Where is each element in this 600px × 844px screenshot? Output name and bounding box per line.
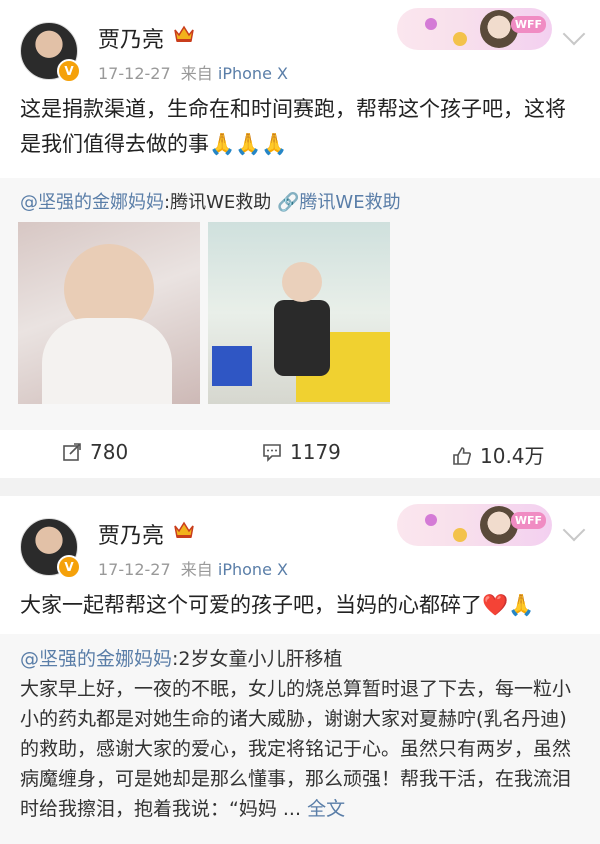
post-header: V 贾乃亮 17-12-27 来自 iPhone X WFF (0, 496, 600, 588)
image-chair (212, 346, 252, 386)
post-via: 来自 (180, 560, 213, 579)
like-button[interactable]: 10.4万 (452, 440, 545, 469)
decor-star-icon (425, 514, 437, 526)
like-count: 10.4万 (480, 444, 545, 468)
comment-count: 1179 (290, 440, 341, 464)
expand-full-text-link[interactable]: 全文 (307, 798, 345, 820)
post-text: 这是捐款渠道，生命在和时间赛跑，帮帮这个孩子吧，这将是我们值得去做的事🙏🙏🙏 (20, 97, 566, 156)
feed-post-1: V 贾乃亮 17-12-27 来自 iPhone X WFF 这是捐款渠道，生命… (0, 0, 600, 478)
decor-chick-icon (453, 528, 467, 542)
post-device[interactable]: iPhone X (218, 64, 288, 83)
thumbs-up-icon (453, 447, 471, 465)
crown-icon (174, 521, 194, 538)
decor-chick-icon (453, 32, 467, 46)
comment-icon (263, 444, 281, 462)
post-meta: 17-12-27 来自 iPhone X (98, 60, 288, 84)
image-subject (282, 262, 322, 302)
post-image-2[interactable] (208, 222, 390, 404)
repost-title: :2岁女童小儿肝移植 (172, 648, 343, 670)
post-time: 17-12-27 (98, 64, 171, 83)
verified-badge-icon: V (57, 555, 81, 579)
repost-user[interactable]: @坚强的金娜妈妈 (20, 648, 172, 670)
repost-link[interactable]: 🔗腾讯WE救助 (277, 192, 401, 213)
repost-line: @坚强的金娜妈妈:腾讯WE救助 🔗腾讯WE救助 (20, 190, 580, 216)
crown-icon (174, 25, 194, 42)
chevron-down-icon[interactable] (562, 518, 586, 542)
card-decoration[interactable]: WFF (397, 8, 552, 50)
author-name[interactable]: 贾乃亮 (98, 22, 164, 54)
image-subject-body (274, 300, 330, 376)
verified-badge-icon: V (57, 59, 81, 83)
post-header: V 贾乃亮 17-12-27 来自 iPhone X WFF (0, 0, 600, 92)
post-image-1[interactable] (18, 222, 200, 404)
comment-button[interactable]: 1179 (262, 440, 341, 464)
decor-badge: WFF (510, 16, 546, 33)
post-via: 来自 (180, 64, 213, 83)
image-subject-body (42, 318, 172, 404)
repost-text: :腾讯WE救助 (164, 192, 272, 213)
feed-divider (0, 478, 600, 496)
repost-icon (63, 443, 81, 461)
author-avatar[interactable]: V (20, 22, 81, 83)
repost-body: @坚强的金娜妈妈:2岁女童小儿肝移植 大家早上好，一夜的不眠，女儿的烧总算暂时退… (0, 634, 600, 834)
card-decoration[interactable]: WFF (397, 504, 552, 546)
author-avatar[interactable]: V (20, 518, 81, 579)
repost-text: 大家早上好，一夜的不眠，女儿的烧总算暂时退了下去，每一粒小小的药丸都是对她生命的… (20, 678, 572, 820)
decor-badge: WFF (510, 512, 546, 529)
post-text: 大家一起帮帮这个可爱的孩子吧，当妈的心都碎了❤️🙏 (20, 593, 535, 617)
repost-count: 780 (90, 440, 129, 464)
chevron-down-icon[interactable] (562, 22, 586, 46)
post-device[interactable]: iPhone X (218, 560, 288, 579)
reposted-content[interactable]: @坚强的金娜妈妈:2岁女童小儿肝移植 大家早上好，一夜的不眠，女儿的烧总算暂时退… (0, 634, 600, 844)
action-bar: 780 1179 10.4万 (0, 430, 600, 476)
repost-user[interactable]: @坚强的金娜妈妈 (20, 192, 164, 213)
repost-button[interactable]: 780 (62, 440, 128, 464)
post-time: 17-12-27 (98, 560, 171, 579)
author-name[interactable]: 贾乃亮 (98, 518, 164, 550)
post-meta: 17-12-27 来自 iPhone X (98, 556, 288, 580)
decor-star-icon (425, 18, 437, 30)
